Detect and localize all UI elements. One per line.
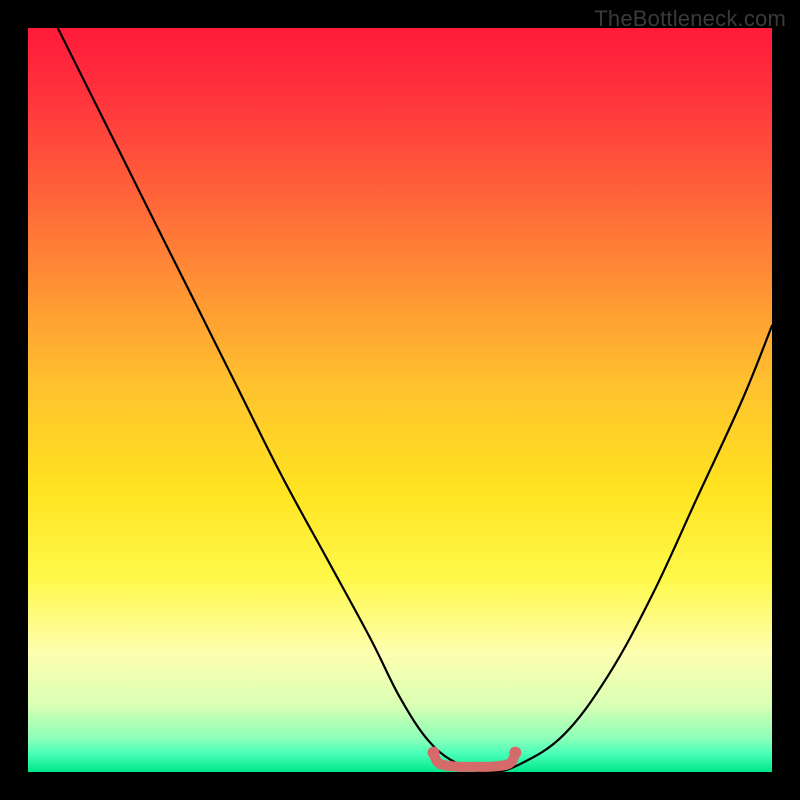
curves-layer bbox=[28, 28, 772, 772]
marker-endpoint-right-icon bbox=[509, 747, 521, 759]
chart-frame: TheBottleneck.com bbox=[0, 0, 800, 800]
marker-endpoint-left-icon bbox=[427, 747, 439, 759]
bottleneck-curve bbox=[58, 28, 772, 772]
plot-area bbox=[28, 28, 772, 772]
you-are-here-marker bbox=[434, 753, 516, 767]
watermark-label: TheBottleneck.com bbox=[594, 6, 786, 32]
